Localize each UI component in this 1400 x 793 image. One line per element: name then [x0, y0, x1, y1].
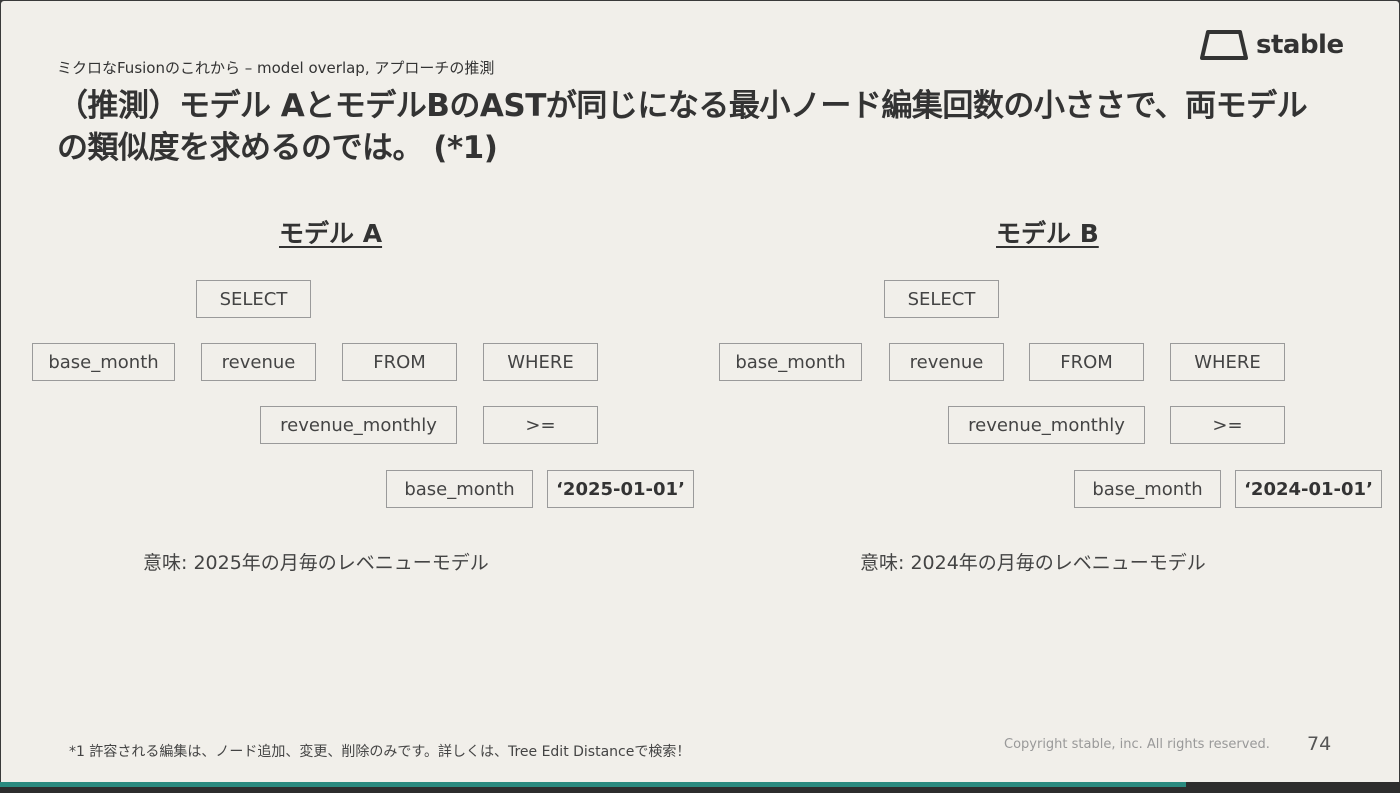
- model-b-node-base-month-2: base_month: [1074, 470, 1221, 508]
- model-b-node-revenue: revenue: [889, 343, 1004, 381]
- model-b-meaning: 意味: 2024年の月毎のレベニューモデル: [860, 552, 1206, 574]
- model-a-node-revenue: revenue: [201, 343, 316, 381]
- model-b-node-select: SELECT: [884, 280, 999, 318]
- model-a-node-base-month: base_month: [32, 343, 175, 381]
- model-b-node-revenue-monthly: revenue_monthly: [948, 406, 1145, 444]
- copyright: Copyright stable, inc. All rights reserv…: [1004, 737, 1270, 752]
- model-b-node-base-month: base_month: [719, 343, 862, 381]
- model-a-node-operator: >=: [483, 406, 598, 444]
- stable-logo: stable: [1199, 29, 1344, 61]
- model-a-node-from: FROM: [342, 343, 457, 381]
- model-b-node-date: ‘2024-01-01’: [1235, 470, 1382, 508]
- model-a-heading: モデル A: [279, 219, 383, 248]
- logo-text: stable: [1256, 30, 1344, 60]
- model-a-node-revenue-monthly: revenue_monthly: [260, 406, 457, 444]
- trapezoid-logo-icon: [1200, 30, 1248, 60]
- model-b-node-where: WHERE: [1170, 343, 1285, 381]
- slide: ミクロなFusionのこれから – model overlap, アプローチの推…: [1, 1, 1399, 790]
- model-a-node-select: SELECT: [196, 280, 311, 318]
- footnote: *1 許容される編集は、ノード追加、変更、削除のみです。詳しくは、Tree Ed…: [69, 744, 691, 760]
- slide-subtitle: ミクロなFusionのこれから – model overlap, アプローチの推…: [57, 59, 495, 77]
- model-b-heading: モデル B: [996, 219, 1099, 248]
- page-number: 74: [1307, 733, 1332, 755]
- model-a-meaning: 意味: 2025年の月毎のレベニューモデル: [143, 552, 489, 574]
- slide-progress-track: [0, 782, 1400, 793]
- slide-title: （推測）モデル AとモデルBのASTが同じになる最小ノード編集回数の小ささで、両…: [57, 88, 1308, 166]
- model-b-node-operator: >=: [1170, 406, 1285, 444]
- model-a-node-base-month-2: base_month: [386, 470, 533, 508]
- model-a-node-date: ‘2025-01-01’: [547, 470, 694, 508]
- model-b-node-from: FROM: [1029, 343, 1144, 381]
- slide-progress-bar: [0, 782, 1186, 787]
- model-a-node-where: WHERE: [483, 343, 598, 381]
